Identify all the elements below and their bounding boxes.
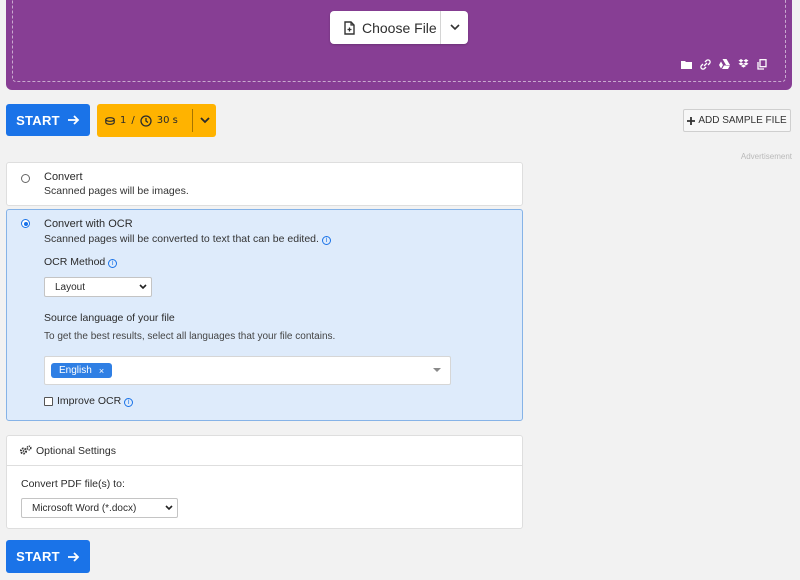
start-button-bottom[interactable]: START bbox=[6, 540, 90, 573]
convert-to-select[interactable]: Microsoft Word (*.docx) bbox=[21, 498, 178, 518]
ocr-method-select[interactable]: Layout bbox=[44, 277, 152, 297]
chevron-down-icon bbox=[165, 505, 173, 511]
source-language-select[interactable]: English × bbox=[44, 356, 451, 385]
credit-separator: / bbox=[131, 115, 135, 126]
optional-settings-title: Optional Settings bbox=[36, 444, 116, 457]
advertisement-label: Advertisement bbox=[740, 152, 792, 161]
optional-settings-panel: Optional Settings Convert PDF file(s) to… bbox=[6, 435, 523, 529]
choose-file-main[interactable]: Choose File bbox=[330, 11, 440, 44]
start-label: START bbox=[16, 549, 60, 564]
info-icon[interactable]: i bbox=[124, 398, 134, 407]
convert-title: Convert bbox=[44, 171, 83, 183]
arrow-right-icon bbox=[67, 115, 80, 125]
ocr-method-value: Layout bbox=[55, 281, 86, 293]
google-drive-icon[interactable] bbox=[718, 58, 730, 70]
remove-language-icon[interactable]: × bbox=[99, 366, 104, 376]
clock-icon bbox=[140, 114, 152, 127]
choose-file-dropdown[interactable] bbox=[440, 11, 468, 44]
info-icon[interactable]: i bbox=[108, 259, 118, 268]
credit-dropdown[interactable] bbox=[193, 117, 216, 124]
dropbox-icon[interactable] bbox=[737, 58, 749, 70]
convert-ocr-description: Scanned pages will be converted to text … bbox=[44, 233, 319, 245]
add-sample-label: ADD SAMPLE FILE bbox=[698, 115, 787, 126]
option-convert-ocr[interactable]: Convert with OCR Scanned pages will be c… bbox=[6, 209, 523, 421]
language-tag: English × bbox=[51, 363, 113, 378]
option-convert[interactable]: Convert Scanned pages will be images. bbox=[6, 162, 523, 206]
optional-settings-header[interactable]: Optional Settings bbox=[7, 436, 522, 466]
ocr-method-label-row: OCR Method i bbox=[44, 256, 118, 268]
chevron-down-icon bbox=[449, 24, 460, 31]
convert-to-label: Convert PDF file(s) to: bbox=[21, 478, 125, 490]
convert-to-value: Microsoft Word (*.docx) bbox=[32, 502, 137, 514]
improve-ocr-checkbox[interactable] bbox=[44, 397, 53, 406]
chevron-down-icon bbox=[139, 284, 147, 290]
time-estimate: 30 s bbox=[156, 115, 178, 126]
gears-icon bbox=[19, 445, 32, 455]
add-sample-file-button[interactable]: ADD SAMPLE FILE bbox=[683, 109, 791, 132]
conversion-cost-info: 1 / 30 s bbox=[97, 114, 192, 127]
arrow-right-icon bbox=[67, 551, 80, 562]
upload-dropzone[interactable]: Choose File bbox=[6, 0, 792, 90]
convert-ocr-description-row: Scanned pages will be converted to text … bbox=[44, 233, 331, 245]
plus-icon bbox=[687, 116, 696, 125]
source-language-hint: To get the best results, select all lang… bbox=[44, 331, 336, 342]
conversion-cost[interactable]: 1 / 30 s bbox=[97, 104, 216, 137]
info-icon[interactable]: i bbox=[321, 236, 331, 245]
folder-icon[interactable] bbox=[680, 58, 692, 70]
link-icon[interactable] bbox=[699, 58, 711, 70]
language-tag-label: English bbox=[59, 365, 92, 376]
convert-ocr-radio[interactable] bbox=[21, 219, 30, 228]
chevron-down-icon bbox=[199, 117, 210, 124]
caret-down-icon[interactable] bbox=[433, 368, 441, 372]
credit-count: 1 bbox=[120, 115, 127, 126]
improve-ocr-label: Improve OCR bbox=[57, 395, 122, 407]
improve-ocr-label-row: Improve OCR i bbox=[57, 395, 134, 407]
ocr-method-label: OCR Method bbox=[44, 256, 106, 268]
start-label: START bbox=[16, 112, 60, 128]
clipboard-icon[interactable] bbox=[756, 58, 768, 70]
source-language-label: Source language of your file bbox=[44, 312, 175, 324]
start-button[interactable]: START bbox=[6, 104, 90, 136]
convert-radio[interactable] bbox=[21, 174, 30, 183]
choose-file-label: Choose File bbox=[362, 19, 437, 36]
coins-icon bbox=[105, 116, 115, 125]
file-add-icon bbox=[344, 20, 355, 35]
choose-file-button[interactable]: Choose File bbox=[330, 11, 468, 44]
convert-ocr-title: Convert with OCR bbox=[44, 218, 133, 230]
convert-description: Scanned pages will be images. bbox=[44, 185, 189, 197]
